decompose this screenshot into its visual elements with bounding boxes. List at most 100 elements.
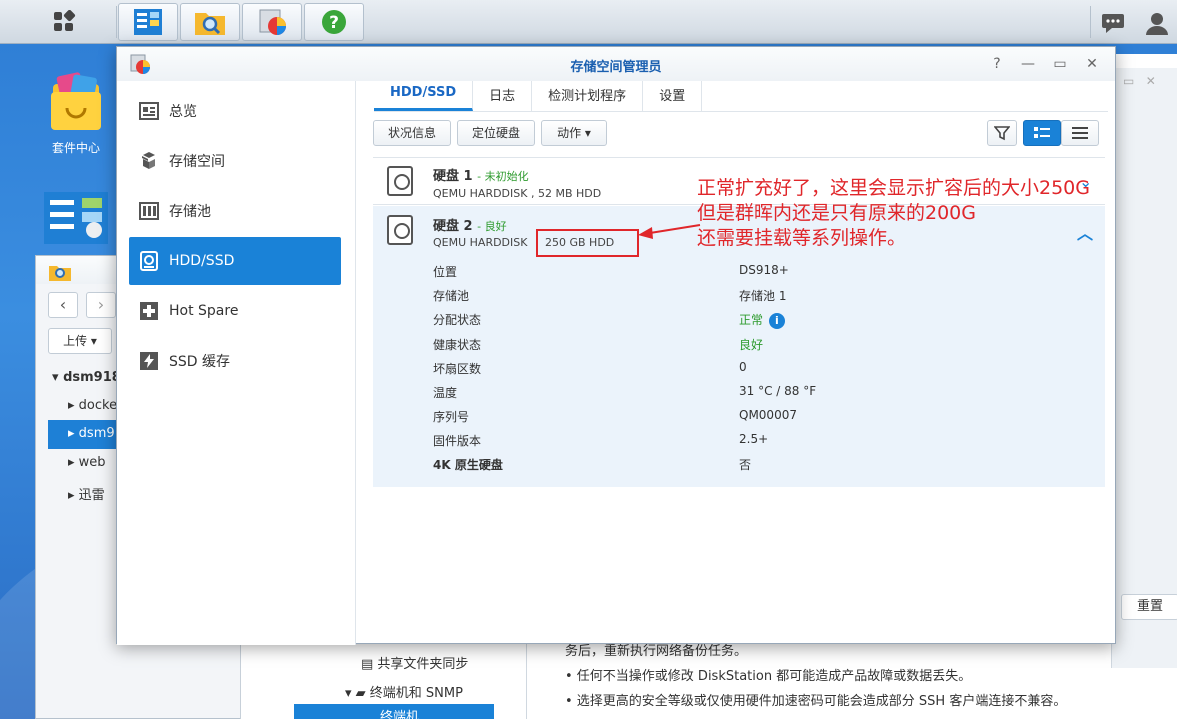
taskbar: ? (0, 0, 1177, 44)
sidebar-item-hot-spare[interactable]: Hot Spare (129, 287, 341, 335)
list-view-button[interactable] (1061, 120, 1099, 146)
prop-value: 正常 i (739, 311, 785, 329)
taskbar-storage-manager[interactable] (242, 3, 302, 41)
prop-label: 分配状态 (433, 313, 482, 327)
detail-view-button[interactable] (1023, 120, 1061, 146)
annotation-highlight-box (536, 229, 639, 257)
hdd-icon (387, 166, 413, 196)
tab-log[interactable]: 日志 (473, 81, 533, 111)
sidebar-item-ssd-cache[interactable]: SSD 缓存 (129, 337, 341, 385)
annotation-line: 还需要挂载等系列操作。 (697, 227, 907, 249)
taskbar-help[interactable]: ? (304, 3, 364, 41)
prop-value: 2.5+ (739, 432, 769, 446)
forward-button[interactable]: › (86, 292, 116, 318)
prop-value: 否 (739, 458, 752, 472)
taskbar-separator (1090, 6, 1091, 38)
prop-label: 健康状态 (433, 338, 482, 352)
window-maximize-button[interactable]: ▭ (1052, 56, 1068, 72)
tree-item[interactable]: ▸ web (68, 455, 106, 470)
svg-text:?: ? (329, 13, 339, 33)
tab-test-scheduler[interactable]: 检测计划程序 (532, 81, 644, 111)
reset-button[interactable]: 重置 (1121, 594, 1177, 620)
annotation-arrow (638, 224, 701, 239)
control-panel-icon (44, 192, 108, 244)
disk-name: 硬盘 2 - 良好 (433, 219, 507, 234)
background-panel (1111, 68, 1177, 668)
window-help-button[interactable]: ? (989, 56, 1005, 72)
window-minimize-button[interactable]: — (1020, 56, 1036, 72)
sidebar: 总览 存储空间 存储池 HDD/SSD Hot Spare SSD 缓存 (117, 81, 356, 645)
hdd-icon (139, 251, 159, 271)
taskbar-separator (116, 6, 117, 38)
sidebar-item-hdd-ssd[interactable]: HDD/SSD (129, 237, 341, 285)
annotation-line: 正常扩充好了，这里会显示扩容后的大小250G (697, 177, 1090, 199)
action-dropdown-button[interactable]: 动作 ▾ (541, 120, 607, 146)
sidebar-item-label: HDD/SSD (169, 253, 235, 269)
taskbar-file-station[interactable] (180, 3, 240, 41)
desktop-icon-package-center[interactable]: 套件中心 (40, 70, 112, 156)
tab-bar: HDD/SSD 日志 检测计划程序 设置 (374, 81, 703, 111)
prop-label: 4K 原生硬盘 (433, 458, 503, 472)
tab-underline (374, 111, 1108, 112)
status-info-button[interactable]: 状况信息 (373, 120, 451, 146)
storage-manager-window: 存储空间管理员 ? — ▭ ✕ 总览 存储空间 存储池 HDD/SSD Hot … (116, 46, 1116, 645)
shopping-bag-icon (51, 72, 101, 130)
disk-model: QEMU HARDDISK , 52 MB HDD (433, 187, 602, 200)
tree-item-selected[interactable]: ▸ dsm9 (48, 420, 126, 449)
prop-label: 固件版本 (433, 434, 482, 448)
help-icon: ? (322, 10, 346, 34)
user-button[interactable] (1144, 10, 1170, 36)
disk-status: - 未初始化 (477, 170, 529, 183)
sync-label[interactable]: ▤ 共享文件夹同步 (361, 653, 468, 672)
prop-label: 存储池 (433, 289, 470, 303)
info-icon[interactable]: i (768, 312, 785, 329)
prop-label: 温度 (433, 386, 458, 400)
bg-window-controls: ▭ ✕ (1123, 74, 1156, 88)
back-button[interactable]: ‹ (48, 292, 78, 318)
selected-nav-item[interactable]: 终端机 (294, 704, 494, 719)
prop-label: 坏扇区数 (433, 362, 482, 376)
main-menu-button[interactable] (18, 3, 110, 41)
upload-button[interactable]: 上传 ▾ (48, 328, 112, 354)
window-titlebar[interactable]: 存储空间管理员 ? — ▭ ✕ (117, 47, 1115, 81)
tab-settings[interactable]: 设置 (643, 81, 703, 111)
sidebar-item-label: SSD 缓存 (169, 354, 231, 370)
chat-bubble-icon (1102, 14, 1124, 33)
sidebar-item-overview[interactable]: 总览 (129, 87, 341, 135)
main-content: HDD/SSD 日志 检测计划程序 设置 状况信息 定位硬盘 动作 ▾ 硬盘 1… (357, 81, 1115, 645)
tree-item[interactable]: ▸ 迅雷 (68, 484, 105, 503)
window-close-button[interactable]: ✕ (1084, 56, 1100, 72)
prop-value: QM00007 (739, 408, 797, 422)
prop-value: 存储池 1 (739, 289, 787, 303)
notifications-button[interactable] (1100, 10, 1126, 36)
list-detail-icon (1034, 127, 1050, 138)
hdd-icon (387, 215, 413, 245)
annotation-text: 正常扩充好了，这里会显示扩容后的大小250G 但是群晖内还是只有原来的200G … (697, 176, 1090, 251)
desktop-icon-control-panel[interactable] (44, 192, 108, 247)
sidebar-item-volume[interactable]: 存储空间 (129, 137, 341, 185)
tree-item[interactable]: ▸ docke (68, 398, 117, 413)
locate-disk-button[interactable]: 定位硬盘 (457, 120, 535, 146)
sidebar-item-storage-pool[interactable]: 存储池 (129, 187, 341, 235)
prop-label: 序列号 (433, 410, 470, 424)
prop-value: 良好 (739, 338, 764, 352)
sidebar-item-label: Hot Spare (169, 303, 239, 319)
volume-icon (139, 151, 159, 171)
help-text: • 任何不当操作或修改 DiskStation 都可能造成产品故障或数据丢失。 (565, 669, 972, 684)
list-icon (1072, 127, 1088, 139)
taskbar-control-panel[interactable] (118, 3, 178, 41)
tab-hdd-ssd[interactable]: HDD/SSD (374, 81, 474, 111)
tree-item-root[interactable]: ▾ dsm918 (52, 370, 121, 385)
ssd-cache-icon (139, 351, 159, 371)
folder-search-icon (195, 13, 225, 35)
prop-value: 31 °C / 88 °F (739, 384, 817, 398)
help-text: • 选择更高的安全等级或仅使用硬件加速密码可能会造成部分 SSH 客户端连接不兼… (565, 694, 1067, 709)
prop-label: 位置 (433, 265, 458, 279)
storage-manager-icon (259, 9, 286, 35)
grid-icon (54, 10, 76, 31)
sidebar-item-label: 存储池 (169, 204, 211, 220)
control-panel-icon (134, 9, 162, 35)
sidebar-item-label: 总览 (169, 104, 197, 120)
filter-button[interactable] (987, 120, 1017, 146)
snmp-label[interactable]: ▾ ▰ 终端机和 SNMP (345, 682, 463, 701)
